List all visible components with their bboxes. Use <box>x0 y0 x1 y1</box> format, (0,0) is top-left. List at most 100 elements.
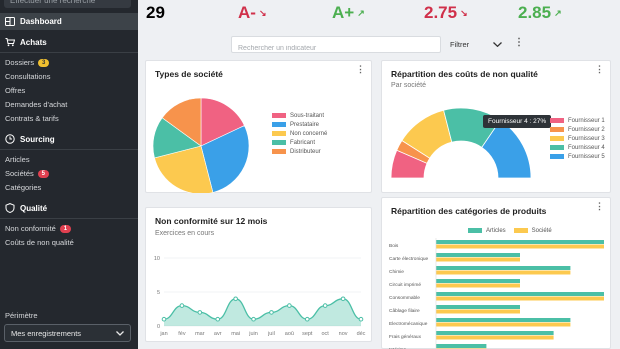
sidebar-item-offres[interactable]: Offres <box>5 86 25 95</box>
sidebar-item-label: Articles <box>5 155 30 164</box>
card-types-societe: Types de société ⋮ Sous-traitant Prestata… <box>145 60 372 193</box>
sidebar-item-demandes[interactable]: Demandes d'achat <box>5 100 67 109</box>
legend-label: Fournisseur 5 <box>568 153 605 160</box>
divider <box>0 218 138 219</box>
data-point[interactable] <box>197 310 203 315</box>
legend-item[interactable]: Fournisseur 3 <box>550 134 605 143</box>
legend-item[interactable]: Fournisseur 5 <box>550 152 605 161</box>
indicator-search[interactable] <box>231 36 441 56</box>
bar[interactable] <box>436 322 571 327</box>
sidebar-item-couts-non-qualite[interactable]: Coûts de non qualité <box>5 238 74 247</box>
chart-tooltip: Fournisseur 4 : 27% <box>483 115 552 128</box>
data-point[interactable] <box>251 316 256 322</box>
data-point[interactable] <box>358 316 364 322</box>
legend-item[interactable]: Prestataire <box>272 120 327 129</box>
perimetre-select[interactable]: Mes enregistrements <box>4 324 131 342</box>
bar[interactable] <box>436 257 520 262</box>
legend-swatch <box>550 118 564 123</box>
kpi-score-1: 2.75 ↘ <box>424 3 468 23</box>
legend-item[interactable]: Non concerné <box>272 129 327 138</box>
sidebar-search-input[interactable] <box>4 0 131 10</box>
card-subtitle: Exercices en cours <box>155 230 215 237</box>
sidebar-item-societes[interactable]: Sociétés 5 <box>5 169 49 178</box>
indicator-search-input[interactable] <box>232 41 440 56</box>
bar[interactable] <box>436 318 571 322</box>
sidebar-search[interactable] <box>4 0 131 10</box>
sidebar-item-dashboard[interactable]: Dashboard <box>0 13 138 30</box>
legend-item[interactable]: Sous-traitant <box>272 111 327 120</box>
bar[interactable] <box>436 270 571 275</box>
data-point[interactable] <box>161 316 167 322</box>
bar[interactable] <box>436 344 487 348</box>
sidebar-item-non-conformite[interactable]: Non conformité 1 <box>5 224 71 233</box>
legend-item[interactable]: Articles <box>468 226 506 235</box>
section-qualite[interactable]: Qualité <box>5 203 47 213</box>
trend-up-icon: ↗ <box>554 8 562 19</box>
section-achats[interactable]: Achats <box>5 37 47 47</box>
bar[interactable] <box>436 253 520 257</box>
more-options-icon[interactable]: ⋮ <box>595 64 604 75</box>
chevron-down-icon <box>116 330 124 336</box>
more-options-icon[interactable]: ⋮ <box>595 201 604 212</box>
sidebar-item-label: Demandes d'achat <box>5 100 68 109</box>
sidebar-item-label: Sociétés <box>5 169 34 178</box>
section-label: Sourcing <box>20 134 55 144</box>
card-title: Répartition des coûts de non qualité <box>391 69 538 79</box>
legend-label: Fournisseur 3 <box>568 135 605 142</box>
bar[interactable] <box>436 244 604 249</box>
filter-dropdown[interactable]: Filtrer <box>450 36 502 53</box>
pie-chart <box>152 97 250 193</box>
shield-icon <box>5 203 15 213</box>
data-point[interactable] <box>269 310 274 315</box>
bar[interactable] <box>436 240 604 244</box>
more-options-icon[interactable]: ⋮ <box>356 64 365 75</box>
section-sourcing[interactable]: Sourcing <box>5 134 55 144</box>
divider <box>0 52 138 53</box>
legend-item[interactable]: Fournisseur 2 <box>550 125 605 134</box>
data-point[interactable] <box>233 296 238 302</box>
category-label: Frais généraux <box>389 334 422 340</box>
sidebar-item-contrats[interactable]: Contrats & tarifs <box>5 114 59 123</box>
category-label: Câblage filaire <box>389 308 420 314</box>
bar-chart: Bois Carte électronique Chimie Circuit impr… <box>389 238 604 349</box>
sidebar-item-label: Consultations <box>5 72 51 81</box>
chart-legend: Fournisseur 1 Fournisseur 2 Fournisseur 3 F… <box>550 116 605 161</box>
category-label: Bois <box>389 243 399 249</box>
sidebar-item-dossiers[interactable]: Dossiers 3 <box>5 58 50 67</box>
data-point[interactable] <box>322 303 328 308</box>
data-point[interactable] <box>179 303 185 308</box>
sidebar-item-categories[interactable]: Catégories <box>5 183 41 192</box>
bar[interactable] <box>436 296 604 301</box>
bar[interactable] <box>436 279 520 283</box>
sidebar-item-articles[interactable]: Articles <box>5 155 30 164</box>
area-chart: 0 5 10 jan fév mar avr mai juin juil aoû sept oct nov… <box>154 256 366 337</box>
legend-label: Fabricant <box>290 139 316 146</box>
data-point[interactable] <box>215 316 221 322</box>
x-tick-label: jan <box>159 331 167 337</box>
category-label: Consommable <box>389 295 420 301</box>
more-options-icon[interactable]: ⋮ <box>514 37 524 48</box>
legend-swatch <box>272 113 286 118</box>
bar[interactable] <box>436 331 554 335</box>
kpi-value: 29 <box>146 3 165 22</box>
legend-item[interactable]: Société <box>513 226 552 235</box>
data-point[interactable] <box>304 316 310 322</box>
dashboard-icon <box>5 17 15 26</box>
category-label: Chimie <box>389 269 404 275</box>
legend-swatch <box>550 127 564 132</box>
bar[interactable] <box>436 309 520 314</box>
bar[interactable] <box>436 283 520 288</box>
bar[interactable] <box>436 305 520 309</box>
bar[interactable] <box>436 266 571 270</box>
legend-item[interactable]: Fournisseur 1 <box>550 116 605 125</box>
sidebar-item-consultations[interactable]: Consultations <box>5 72 50 81</box>
bar[interactable] <box>436 292 604 296</box>
bar[interactable] <box>436 335 554 340</box>
legend-item[interactable]: Fournisseur 4 <box>550 143 605 152</box>
data-point[interactable] <box>287 303 292 308</box>
kpi-count: 29 <box>146 3 165 23</box>
data-point[interactable] <box>340 296 346 302</box>
legend-item[interactable]: Distributeur <box>272 147 327 156</box>
kpi-value: 2.75 <box>424 3 458 22</box>
legend-item[interactable]: Fabricant <box>272 138 327 147</box>
